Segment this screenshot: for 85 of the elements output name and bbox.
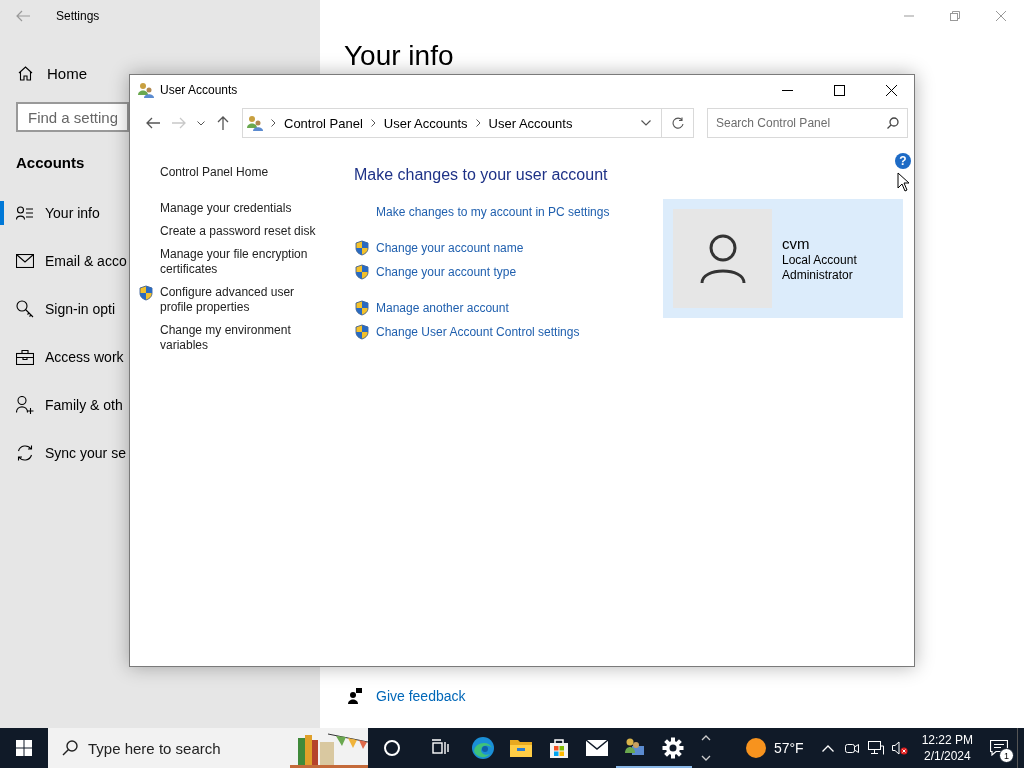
contact-card-icon xyxy=(16,206,34,220)
camera-icon[interactable] xyxy=(844,741,859,755)
account-type: Local Account xyxy=(782,253,857,268)
sun-icon xyxy=(745,738,766,758)
caret-icon[interactable] xyxy=(197,120,205,126)
task-view-icon xyxy=(431,739,449,757)
notification-count: 1 xyxy=(999,748,1014,763)
feedback-icon xyxy=(348,688,362,704)
breadcrumb[interactable]: User Accounts xyxy=(383,115,468,131)
home-link[interactable]: Home xyxy=(47,64,87,82)
browser-icon xyxy=(471,736,495,760)
selection-indicator xyxy=(0,201,4,225)
feedback-link[interactable]: Give feedback xyxy=(376,688,466,704)
sidebar-link[interactable]: Configure advanced user profile properties xyxy=(160,285,320,315)
back-arrow-icon[interactable] xyxy=(146,117,160,129)
envelope-icon xyxy=(16,254,34,268)
breadcrumb[interactable]: User Accounts xyxy=(488,115,573,131)
nav-item[interactable]: Sign-in opti xyxy=(45,301,116,317)
task-link[interactable]: Change User Account Control settings xyxy=(376,324,580,340)
maximize-icon[interactable] xyxy=(833,84,845,96)
windows-logo-icon[interactable] xyxy=(16,740,32,756)
envelope-icon xyxy=(585,739,609,757)
sidebar-link[interactable]: Manage your file encryption certificates xyxy=(160,247,320,277)
address-bar[interactable]: Control Panel User Accounts User Accounts xyxy=(242,108,662,138)
shield-icon xyxy=(354,240,370,256)
gear-icon xyxy=(662,737,684,759)
sidebar-link[interactable]: Change my environment variables xyxy=(160,323,320,353)
search-icon xyxy=(62,740,78,756)
search-icon xyxy=(887,117,899,129)
search-input[interactable]: Type here to search xyxy=(88,739,280,757)
clock-date[interactable]: 2/1/2024 xyxy=(923,748,971,764)
page-heading: Your info xyxy=(344,40,454,72)
nav-item[interactable]: Your info xyxy=(45,205,100,221)
chevron-up-icon[interactable] xyxy=(821,744,834,752)
key-icon xyxy=(16,300,34,318)
nav-item[interactable]: Email & acco xyxy=(45,253,127,269)
dropdown-icon[interactable] xyxy=(641,120,651,126)
volume-muted-icon[interactable] xyxy=(891,741,908,755)
task-link[interactable]: Change your account name xyxy=(376,240,524,256)
shield-icon xyxy=(138,285,154,301)
nav-item[interactable]: Family & oth xyxy=(45,397,123,413)
cursor-icon xyxy=(897,172,910,192)
chevron-icon xyxy=(370,119,376,127)
shield-icon xyxy=(354,324,370,340)
section-heading: Make changes to your user account xyxy=(354,165,608,185)
weather-reading[interactable]: 57°F xyxy=(773,740,804,756)
folder-icon xyxy=(509,738,533,758)
refresh-icon xyxy=(671,117,684,129)
close-icon[interactable] xyxy=(885,84,897,96)
account-name: cvm xyxy=(782,235,810,253)
breadcrumb[interactable]: Control Panel xyxy=(284,115,363,131)
task-link[interactable]: Manage another account xyxy=(376,300,509,316)
person-icon xyxy=(699,233,746,284)
home-icon xyxy=(18,65,33,81)
account-role: Administrator xyxy=(782,268,853,283)
sidebar-link[interactable]: Control Panel Home xyxy=(160,165,320,180)
chevron-icon xyxy=(475,119,481,127)
section-title: Accounts xyxy=(16,154,85,173)
task-link[interactable]: Change your account type xyxy=(376,264,517,280)
nav-item[interactable]: Sync your se xyxy=(45,445,126,461)
ring-icon xyxy=(383,739,401,757)
window-title: User Accounts xyxy=(160,83,239,97)
task-link[interactable]: Make changes to my account in PC settings xyxy=(376,205,610,220)
users-icon xyxy=(138,82,154,98)
network-icon[interactable] xyxy=(867,741,884,755)
nav-item[interactable]: Access work xyxy=(45,349,124,365)
notification-button[interactable]: 1 xyxy=(981,728,1017,768)
sidebar-link[interactable]: Manage your credentials xyxy=(160,201,320,216)
users-icon xyxy=(247,115,263,131)
sync-icon xyxy=(16,444,34,462)
briefcase-icon xyxy=(16,349,34,365)
refresh-button[interactable] xyxy=(662,108,694,138)
chevron-icon xyxy=(271,119,276,127)
add-person-icon xyxy=(16,396,34,414)
clock-time[interactable]: 12:22 PM xyxy=(921,732,973,748)
restore-icon[interactable] xyxy=(950,11,960,21)
help-button[interactable]: ? xyxy=(895,153,911,169)
search-field[interactable]: Find a setting xyxy=(16,102,129,132)
shopping-bag-icon xyxy=(548,737,570,759)
sidebar-link[interactable]: Create a password reset disk xyxy=(160,224,320,239)
up-arrow-icon[interactable] xyxy=(217,116,229,130)
shield-icon xyxy=(354,264,370,280)
window-title: Settings xyxy=(56,9,100,23)
shield-icon xyxy=(354,300,370,316)
taskbar-search-field[interactable]: Type here to search xyxy=(48,728,368,768)
